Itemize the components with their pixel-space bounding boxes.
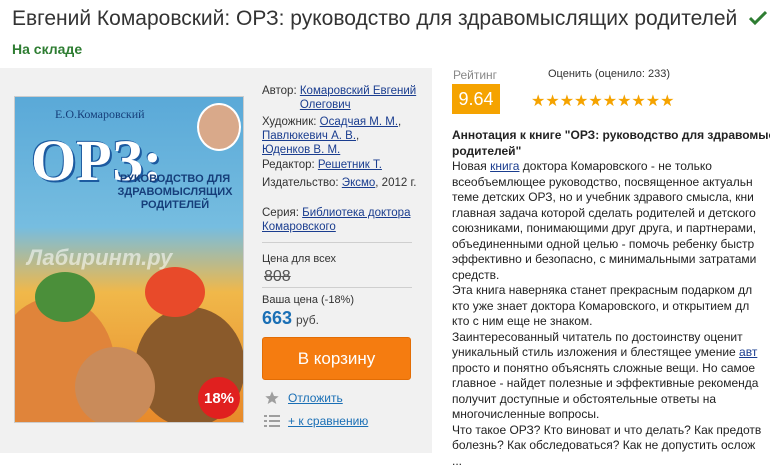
annotation-line: получит доступные и обстоятельные ответы… [452, 392, 770, 408]
compare-link[interactable]: + к сравнению [288, 414, 368, 428]
list-icon [264, 414, 280, 428]
checkmark-icon [749, 10, 767, 26]
annotation-line: теме детских ОРЗ, но и учебник здравого … [452, 190, 770, 206]
compare-action[interactable]: + к сравнению [264, 414, 368, 428]
all-price-label: Цена для всех [262, 253, 336, 265]
annotation-line: эффективно и безопасно, с минимальными з… [452, 252, 770, 268]
rating-star-icon[interactable]: ★ [588, 93, 602, 110]
publisher-row: Издательство: Эксмо, 2012 г. [262, 176, 422, 190]
author-portrait [197, 103, 241, 151]
defer-link[interactable]: Отложить [288, 391, 343, 405]
publisher-year: , 2012 г. [375, 177, 416, 189]
watermark: Лабиринт.ру [27, 245, 172, 271]
annotation-line: просто и понятно объяснять сложные вещи.… [452, 361, 770, 377]
annotation-line: Заинтересованный читатель по достоинству… [452, 330, 770, 346]
annotation-line: средств. [452, 268, 770, 284]
page-title: Евгений Комаровский: ОРЗ: руководство дл… [12, 3, 770, 65]
editor-row: Редактор: Решетник Т. [262, 158, 382, 172]
annotation-line: Эта книга наверняка станет прекрасным по… [452, 283, 770, 299]
rating-value: 9.64 [452, 84, 500, 114]
rating-star-icon[interactable]: ★ [545, 93, 559, 110]
annotation-line: Что такое ОРЗ? Кто виноват и что делать?… [452, 423, 770, 439]
artist-link-1[interactable]: Осадчая М. М. [320, 116, 398, 128]
publisher-link[interactable]: Эксмо [342, 177, 375, 189]
annotation-line: всеобъемлющее руководство, посвященное а… [452, 175, 770, 191]
rating-star-icon[interactable]: ★ [631, 93, 645, 110]
rating-star-icon[interactable]: ★ [603, 93, 617, 110]
new-price: 663 руб. [262, 308, 319, 329]
annotation-text: Новая [452, 159, 490, 173]
annotation-heading: Аннотация к книге "ОРЗ: руководство для … [452, 128, 770, 144]
divider [262, 287, 412, 288]
rating-star-icon[interactable]: ★ [560, 93, 574, 110]
rating-star-icon[interactable]: ★ [660, 93, 674, 110]
rating-label: Рейтинг [453, 68, 497, 82]
your-price-label: Ваша цена (-18%) [262, 294, 354, 306]
rate-count-label: Оценить (оценило: 233) [548, 68, 670, 80]
stock-label: На складе [12, 41, 82, 57]
artist-row: Художник: Осадчая М. М., Павлюкевич А. В… [262, 115, 401, 157]
rating-star-icon[interactable]: ★ [574, 93, 588, 110]
rating-star-icon[interactable]: ★ [617, 93, 631, 110]
series-row: Серия: Библиотека доктора Комаровского [262, 206, 412, 234]
add-to-cart-button[interactable]: В корзину [262, 337, 411, 380]
annotation-line: многочисленные вопросы. [452, 407, 770, 423]
rating-stars[interactable]: ★★★★★★★★★★ [531, 91, 674, 111]
artist-link-3[interactable]: Юденков В. М. [262, 144, 340, 156]
annotation-line: объединенными одной целью - помочь ребен… [452, 237, 770, 253]
rating-star-icon[interactable]: ★ [646, 93, 660, 110]
annotation-line: кто уже знает доктора Комаровского, и от… [452, 299, 770, 315]
annotation-line: союзниками, понимающими друг друга, и па… [452, 221, 770, 237]
annotation-line: уникальный стиль изложения и блестящее у… [452, 345, 770, 361]
cover-subtitle: РУКОВОДСТВО ДЛЯ ЗДРАВОМЫСЛЯЩИХ РОДИТЕЛЕЙ [111, 173, 239, 212]
annotation-text: уникальный стиль изложения и блестящее у… [452, 345, 739, 359]
artist-label: Художник: [262, 116, 316, 128]
annotation-line: Новая книга доктора Комаровского - не то… [452, 159, 770, 175]
annotation-line: главная задача которой сделать родителей… [452, 206, 770, 222]
defer-action[interactable]: Отложить [264, 390, 343, 406]
annotation-heading-cont: родителей" [452, 144, 770, 160]
cover-author: Е.О.Комаровский [55, 107, 145, 122]
new-price-value: 663 [262, 308, 292, 328]
book-cover-image[interactable]: Е.О.Комаровский ОРЗ: РУКОВОДСТВО ДЛЯ ЗДР… [14, 96, 244, 423]
currency: руб. [296, 313, 319, 327]
author-row: Автор: Комаровский Евгений Олегович [262, 84, 420, 112]
annotation-line: кто с ним еще не знаком. [452, 314, 770, 330]
author-link[interactable]: Комаровский Евгений Олегович [300, 84, 420, 112]
star-icon [264, 390, 280, 406]
divider [262, 242, 412, 243]
series-label: Серия: [262, 207, 299, 219]
discount-badge: 18% [198, 377, 240, 419]
rating-star-icon[interactable]: ★ [531, 93, 545, 110]
artist-link-2[interactable]: Павлюкевич А. В. [262, 130, 356, 142]
annotation-line: болезнь? Как обследоваться? Как не допус… [452, 438, 770, 454]
product-title: Евгений Комаровский: ОРЗ: руководство дл… [12, 7, 737, 30]
editor-label: Редактор: [262, 159, 315, 171]
author-inline-link[interactable]: авт [739, 345, 757, 359]
annotation-text: доктора Комаровского - не только [519, 159, 712, 173]
annotation: Аннотация к книге "ОРЗ: руководство для … [452, 128, 770, 469]
book-link[interactable]: книга [490, 159, 519, 173]
author-label: Автор: [262, 85, 297, 97]
annotation-line: главное - найдет полезные и эффективные … [452, 376, 770, 392]
annotation-line: ... [452, 454, 770, 469]
editor-link[interactable]: Решетник Т. [318, 159, 382, 171]
old-price: 808 [264, 268, 291, 286]
publisher-label: Издательство: [262, 177, 339, 189]
